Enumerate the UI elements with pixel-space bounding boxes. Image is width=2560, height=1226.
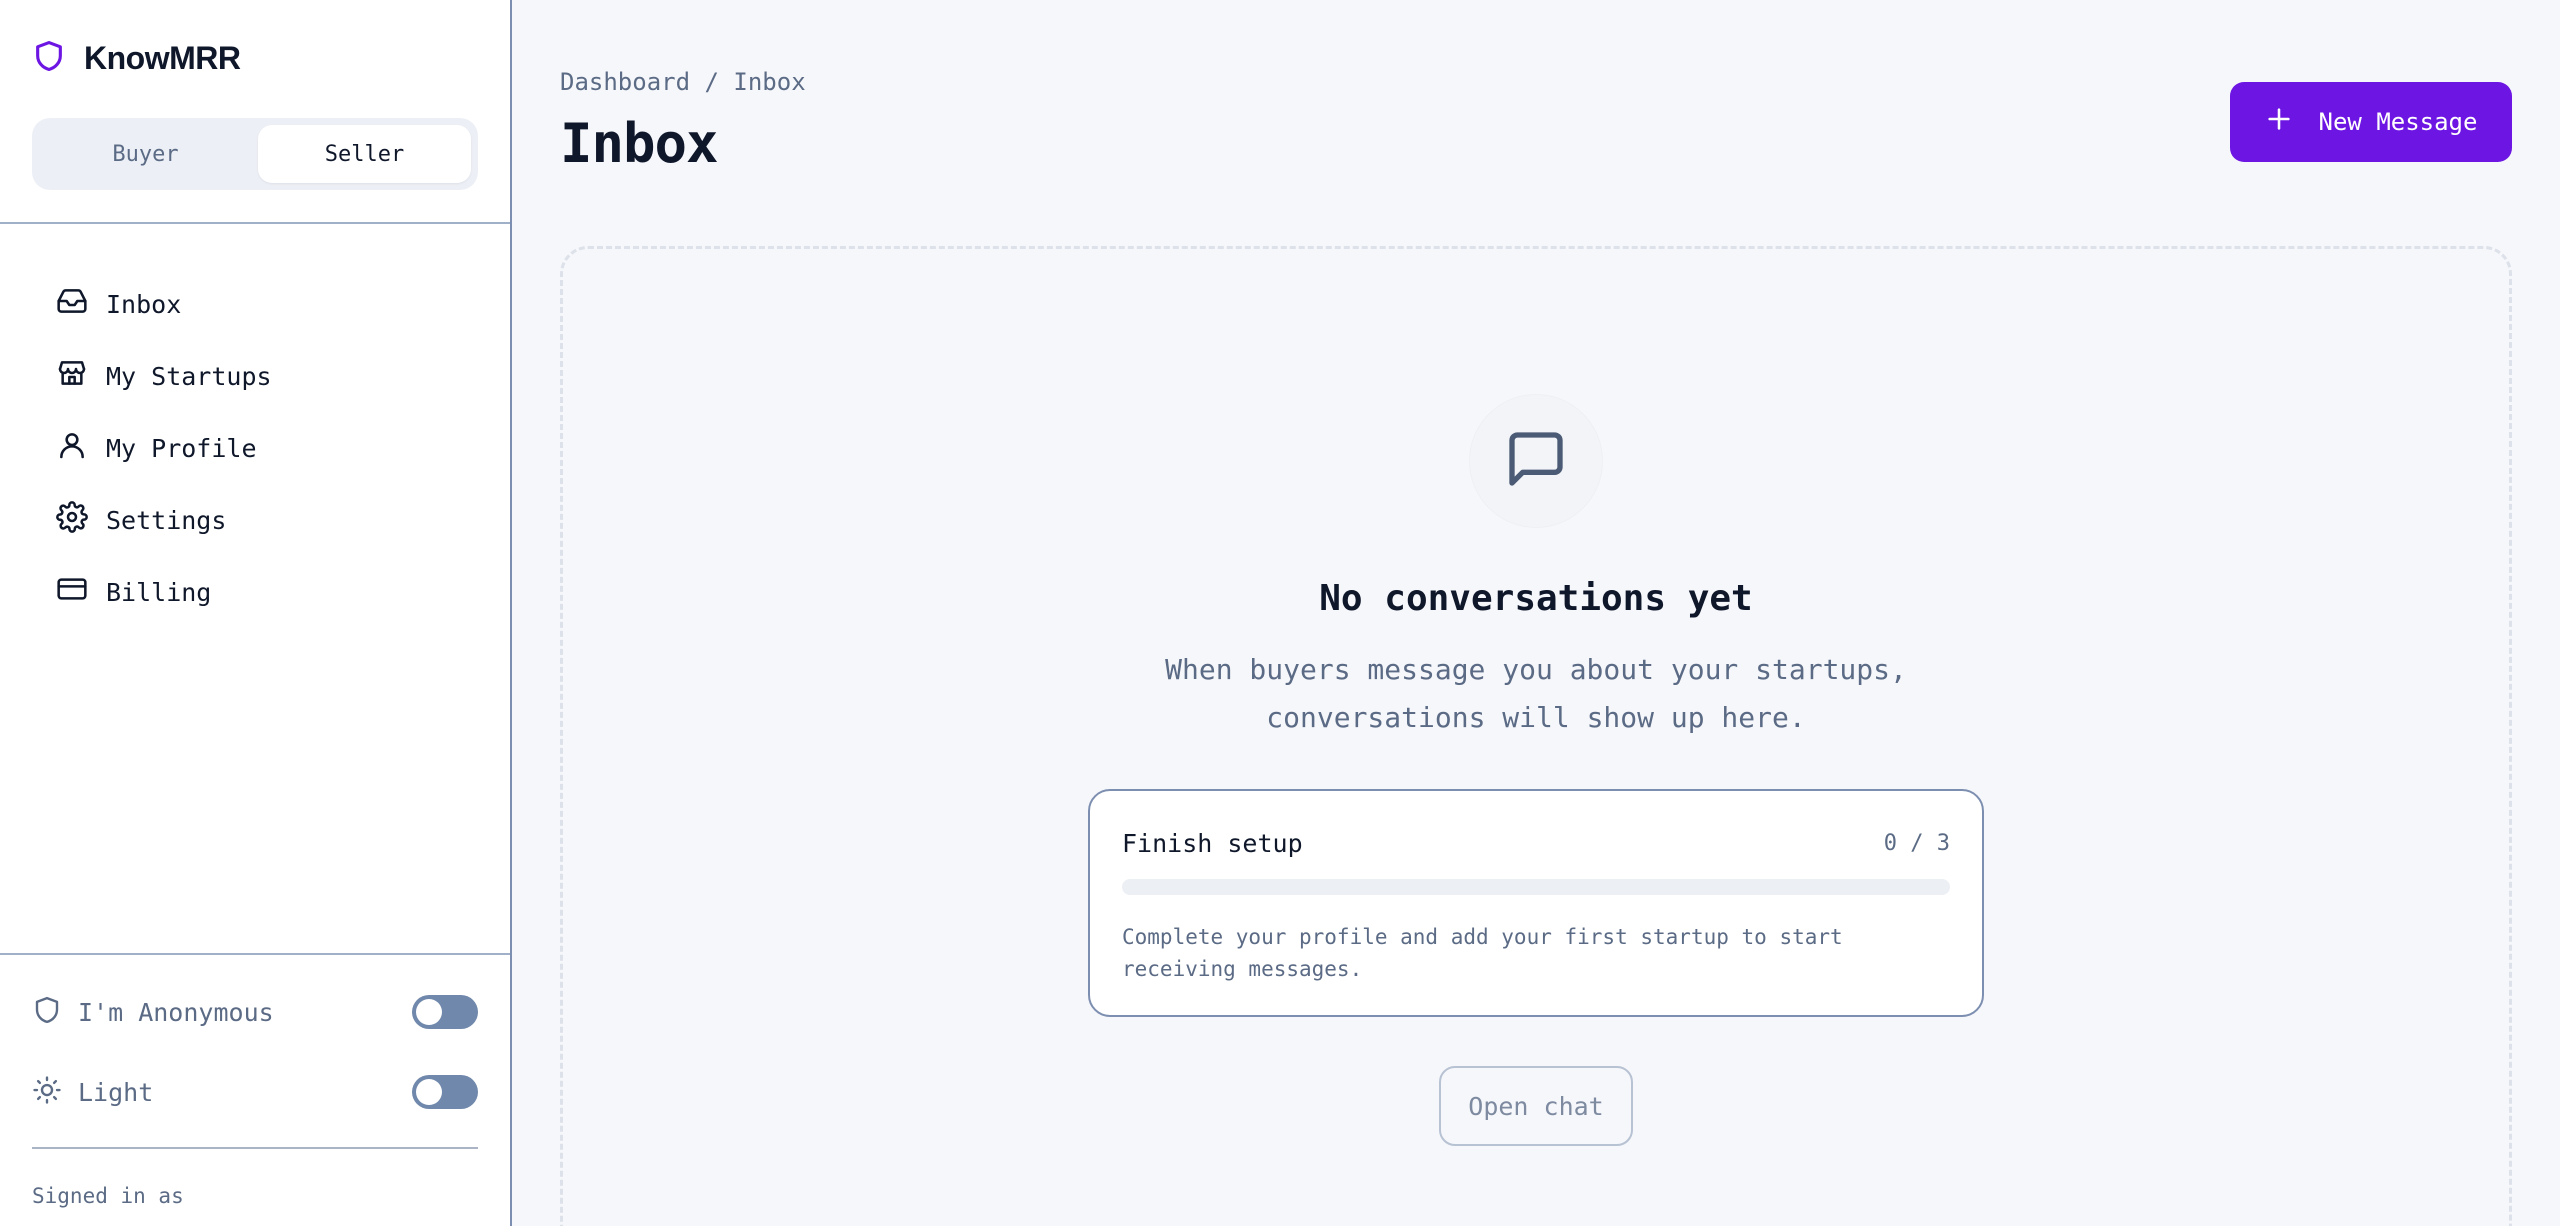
sidebar-item-billing[interactable]: Billing	[32, 556, 478, 628]
sun-icon	[32, 1075, 62, 1109]
setup-count: 0 / 3	[1883, 831, 1950, 856]
sidebar-item-label: My Profile	[106, 433, 257, 463]
sidebar-item-inbox[interactable]: Inbox	[32, 268, 478, 340]
sidebar-nav: Inbox My Startups My Profile Settings Bi…	[32, 268, 478, 628]
page-title: Inbox	[560, 112, 719, 175]
inbox-icon	[56, 285, 88, 323]
role-buyer-button[interactable]: Buyer	[39, 125, 252, 183]
anonymous-toggle[interactable]	[412, 995, 478, 1029]
setup-progress-bar	[1122, 879, 1950, 895]
anonymous-toggle-row: I'm Anonymous	[32, 988, 478, 1036]
toggle-knob	[416, 999, 442, 1025]
store-icon	[56, 357, 88, 395]
toggle-knob	[416, 1079, 442, 1105]
shield-icon	[32, 37, 66, 79]
signed-in-label: Signed in as	[32, 1184, 184, 1208]
sidebar-item-label: Settings	[106, 505, 227, 535]
role-seller-button[interactable]: Seller	[258, 125, 471, 183]
brand[interactable]: KnowMRR	[32, 36, 241, 80]
message-square-icon	[1504, 427, 1568, 495]
sidebar-divider	[0, 953, 510, 955]
open-chat-button[interactable]: Open chat	[1439, 1066, 1633, 1146]
sidebar-item-my-profile[interactable]: My Profile	[32, 412, 478, 484]
anonymous-label: I'm Anonymous	[78, 997, 274, 1027]
shield-icon	[32, 994, 62, 1030]
empty-state-icon-container	[1470, 395, 1602, 527]
user-icon	[56, 429, 88, 467]
sidebar: KnowMRR Buyer Seller Inbox My Startups M…	[0, 0, 512, 1226]
new-message-button[interactable]: New Message	[2230, 82, 2512, 162]
gear-icon	[56, 501, 88, 539]
role-toggle: Buyer Seller	[32, 118, 478, 190]
setup-title: Finish setup	[1122, 829, 1303, 858]
empty-state-title: No conversations yet	[1319, 578, 1753, 619]
theme-toggle[interactable]	[412, 1075, 478, 1109]
brand-name: KnowMRR	[84, 39, 241, 76]
finish-setup-card: Finish setup 0 / 3 Complete your profile…	[1088, 789, 1984, 1017]
breadcrumb: Dashboard / Inbox	[560, 68, 806, 96]
sidebar-item-label: Billing	[106, 577, 212, 607]
theme-toggle-row: Light	[32, 1068, 478, 1116]
credit-card-icon	[56, 573, 88, 611]
setup-description: Complete your profile and add your first…	[1122, 925, 1843, 981]
footer-divider	[32, 1147, 478, 1149]
sidebar-item-settings[interactable]: Settings	[32, 484, 478, 556]
sidebar-item-my-startups[interactable]: My Startups	[32, 340, 478, 412]
sidebar-divider	[0, 222, 510, 224]
sidebar-item-label: Inbox	[106, 289, 182, 319]
theme-label: Light	[78, 1077, 154, 1107]
empty-state-description: When buyers message you about your start…	[1165, 653, 1907, 734]
plus-icon	[2265, 105, 2293, 139]
sidebar-item-label: My Startups	[106, 361, 272, 391]
new-message-label: New Message	[2318, 108, 2478, 136]
